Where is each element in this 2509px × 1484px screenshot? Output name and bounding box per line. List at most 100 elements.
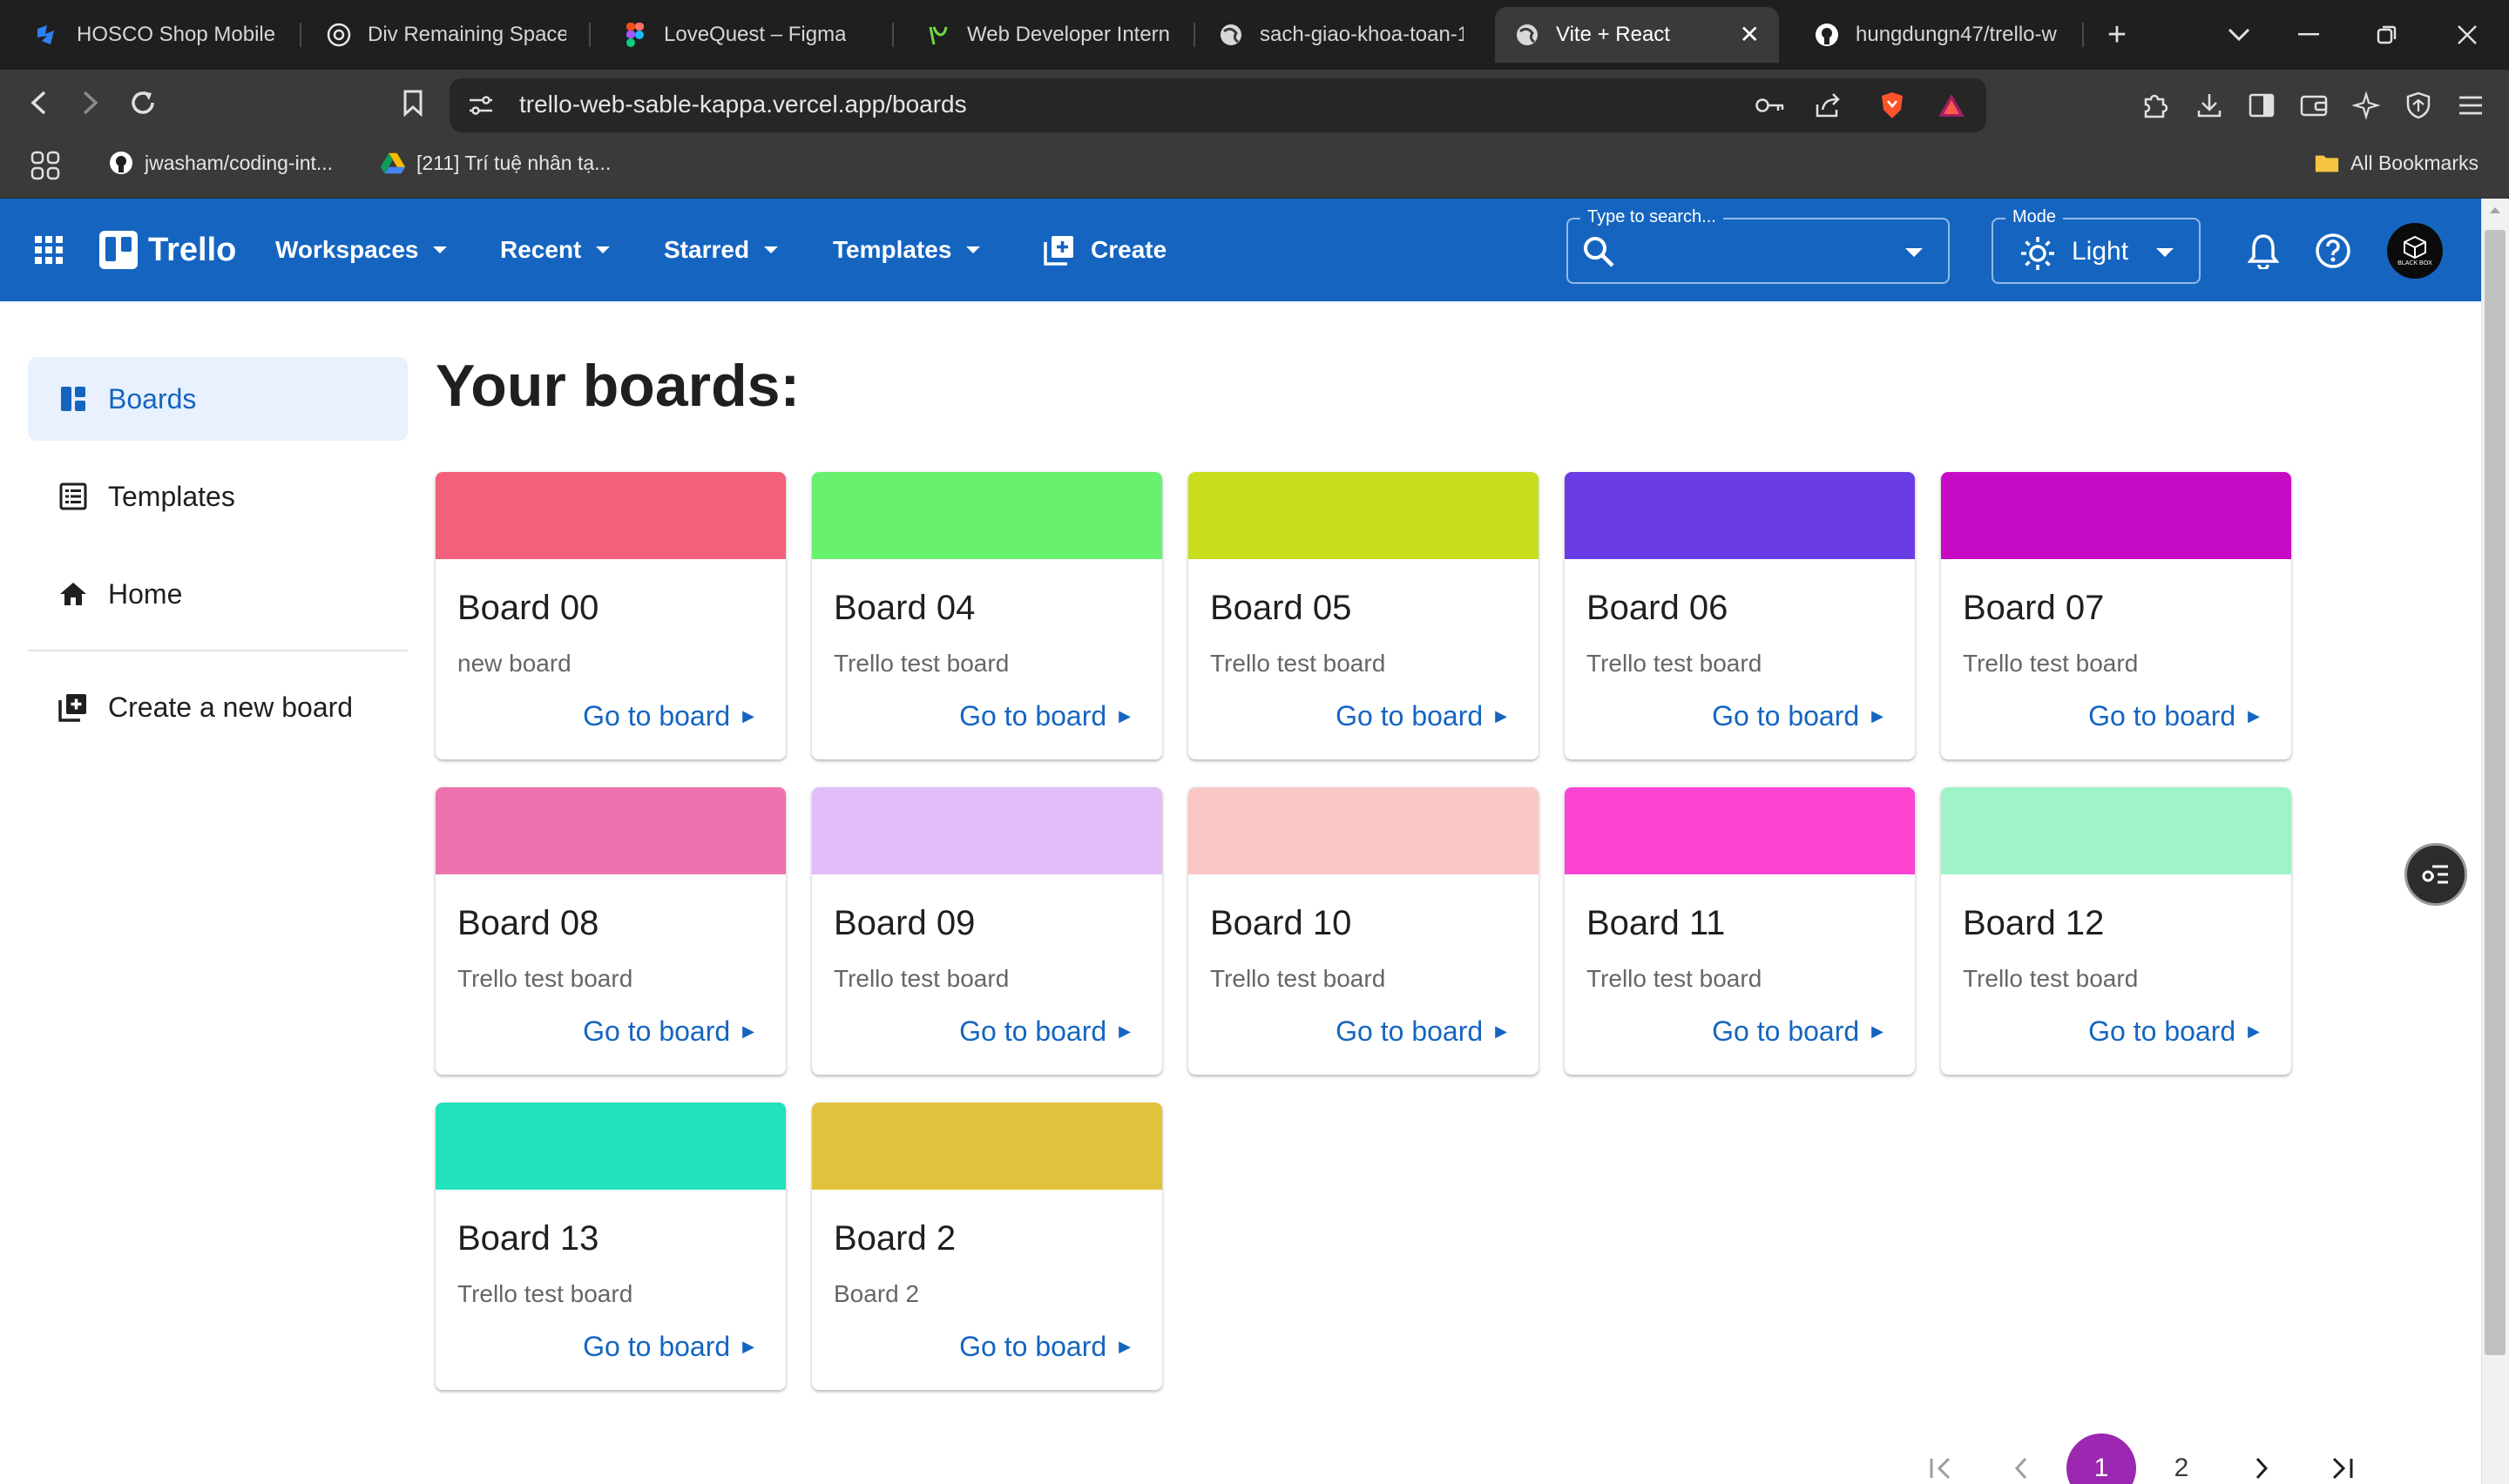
apps-menu-button[interactable] <box>33 199 64 301</box>
browser-tab[interactable]: sach-giao-khoa-toan-1 <box>1199 7 1483 63</box>
sidebar-toggle-icon[interactable] <box>2241 84 2282 126</box>
site-settings-icon[interactable] <box>460 84 502 126</box>
board-card[interactable]: Board 04 Trello test board Go to board ▶ <box>812 472 1162 759</box>
brave-shields-icon[interactable] <box>1871 84 1913 126</box>
board-card[interactable]: Board 08 Trello test board Go to board ▶ <box>436 787 786 1075</box>
board-description: new board <box>457 650 571 677</box>
key-icon[interactable] <box>1749 84 1791 126</box>
browser-tab[interactable]: HOSCO Shop Mobile - <box>16 7 296 63</box>
wallet-icon[interactable] <box>2293 84 2335 126</box>
tab-close-icon[interactable]: ✕ <box>1740 23 1760 47</box>
board-card[interactable]: Board 07 Trello test board Go to board ▶ <box>1941 472 2291 759</box>
go-to-board-link[interactable]: Go to board ▶ <box>583 1331 754 1363</box>
go-to-board-label: Go to board <box>1336 1015 1484 1047</box>
go-to-board-link[interactable]: Go to board ▶ <box>959 700 1131 732</box>
minimize-button[interactable] <box>2284 10 2333 59</box>
sidebar-item-home[interactable]: Home <box>28 552 408 636</box>
bookmark-item[interactable]: [211] Trí tuệ nhân tạ... <box>380 150 611 176</box>
downloads-icon[interactable] <box>2188 84 2230 126</box>
create-button[interactable]: Create <box>1044 199 1167 301</box>
all-bookmarks-button[interactable]: All Bookmarks <box>2314 150 2479 176</box>
create-new-board-button[interactable]: Create a new board <box>28 665 408 749</box>
last-page-button[interactable] <box>2307 1433 2377 1484</box>
go-to-board-link[interactable]: Go to board ▶ <box>1336 1015 1507 1048</box>
extensions-icon[interactable] <box>2134 84 2176 126</box>
board-cover <box>812 1103 1162 1190</box>
go-to-board-link[interactable]: Go to board ▶ <box>583 700 754 732</box>
back-button[interactable] <box>14 78 63 127</box>
go-to-board-link[interactable]: Go to board ▶ <box>583 1015 754 1048</box>
board-card[interactable]: Board 06 Trello test board Go to board ▶ <box>1565 472 1915 759</box>
reload-button[interactable] <box>118 78 167 127</box>
brave-rewards-icon[interactable] <box>1931 84 1972 126</box>
floating-action-button[interactable] <box>2404 843 2467 906</box>
workspaces-menu[interactable]: Workspaces <box>275 199 448 301</box>
go-to-board-link[interactable]: Go to board ▶ <box>959 1331 1131 1363</box>
sidebar-item-templates[interactable]: Templates <box>28 455 408 538</box>
search-input[interactable]: Type to search... <box>1566 207 1950 284</box>
trello-logo[interactable]: Trello <box>98 199 236 301</box>
board-card[interactable]: Board 05 Trello test board Go to board ▶ <box>1188 472 1539 759</box>
board-card[interactable]: Board 00 new board Go to board ▶ <box>436 472 786 759</box>
browser-tab[interactable]: Web Developer Intern ( <box>906 7 1194 63</box>
go-to-board-link[interactable]: Go to board ▶ <box>1712 1015 1883 1048</box>
globe-icon <box>1514 22 1540 48</box>
notifications-button[interactable] <box>2242 230 2284 272</box>
bookmark-page-button[interactable] <box>389 78 437 127</box>
mode-select[interactable]: Mode Light <box>1992 207 2201 284</box>
board-card[interactable]: Board 11 Trello test board Go to board ▶ <box>1565 787 1915 1075</box>
first-page-button[interactable] <box>1906 1433 1976 1484</box>
menu-icon[interactable] <box>2450 84 2492 126</box>
go-to-board-link[interactable]: Go to board ▶ <box>959 1015 1131 1048</box>
apps-grid-icon[interactable] <box>24 145 66 186</box>
bookmark-item[interactable]: jwasham/coding-int... <box>108 150 333 176</box>
first-page-icon <box>1930 1457 1951 1480</box>
bell-icon <box>2248 234 2279 269</box>
next-page-button[interactable] <box>2227 1433 2296 1484</box>
vpn-shield-icon[interactable] <box>2397 84 2439 126</box>
board-cover <box>812 472 1162 559</box>
tab-search-button[interactable] <box>2215 10 2263 59</box>
new-tab-button[interactable]: + <box>2093 10 2141 59</box>
board-description: Trello test board <box>834 965 1010 992</box>
page-button-current[interactable]: 1 <box>2066 1433 2136 1484</box>
board-title: Board 06 <box>1586 589 1728 627</box>
apps-icon <box>35 236 63 264</box>
board-card[interactable]: Board 10 Trello test board Go to board ▶ <box>1188 787 1539 1075</box>
help-button[interactable] <box>2312 230 2354 272</box>
share-icon[interactable] <box>1807 84 1849 126</box>
forward-button[interactable] <box>66 78 115 127</box>
leo-ai-icon[interactable] <box>2345 84 2387 126</box>
close-window-button[interactable] <box>2443 10 2492 59</box>
board-card[interactable]: Board 13 Trello test board Go to board ▶ <box>436 1103 786 1390</box>
browser-tab[interactable]: hungdungn47/trello-w <box>1795 7 2077 63</box>
arrow-right-icon: ▶ <box>742 707 754 725</box>
board-description: Trello test board <box>834 650 1010 677</box>
recent-menu[interactable]: Recent <box>500 199 611 301</box>
go-to-board-link[interactable]: Go to board ▶ <box>1712 700 1883 732</box>
caret-down-icon <box>433 246 448 253</box>
url-text[interactable]: trello-web-sable-kappa.vercel.app/boards <box>519 91 967 118</box>
templates-menu[interactable]: Templates <box>833 199 981 301</box>
avatar[interactable]: BLACK BOX <box>2387 223 2443 279</box>
minimize-icon <box>2298 33 2319 36</box>
board-card[interactable]: Board 12 Trello test board Go to board ▶ <box>1941 787 2291 1075</box>
previous-page-button[interactable] <box>1986 1433 2056 1484</box>
page-button[interactable]: 2 <box>2147 1433 2216 1484</box>
tab-separator <box>300 23 301 47</box>
browser-tab[interactable]: Div Remaining Space T <box>307 7 585 63</box>
board-card[interactable]: Board 2 Board 2 Go to board ▶ <box>812 1103 1162 1390</box>
go-to-board-link[interactable]: Go to board ▶ <box>2088 700 2260 732</box>
starred-menu[interactable]: Starred <box>664 199 779 301</box>
arrow-right-icon: ▶ <box>1119 1338 1131 1355</box>
board-description: Board 2 <box>834 1280 920 1307</box>
board-cover <box>436 1103 786 1190</box>
restore-button[interactable] <box>2363 10 2411 59</box>
browser-tab-active[interactable]: Vite + React ✕ <box>1495 7 1779 63</box>
browser-tab[interactable]: LoveQuest – Figma <box>603 7 899 63</box>
go-to-board-link[interactable]: Go to board ▶ <box>1336 700 1507 732</box>
sidebar-item-boards[interactable]: Boards <box>28 357 408 441</box>
page-scrollbar-thumb[interactable] <box>2485 230 2506 1355</box>
go-to-board-link[interactable]: Go to board ▶ <box>2088 1015 2260 1048</box>
board-card[interactable]: Board 09 Trello test board Go to board ▶ <box>812 787 1162 1075</box>
